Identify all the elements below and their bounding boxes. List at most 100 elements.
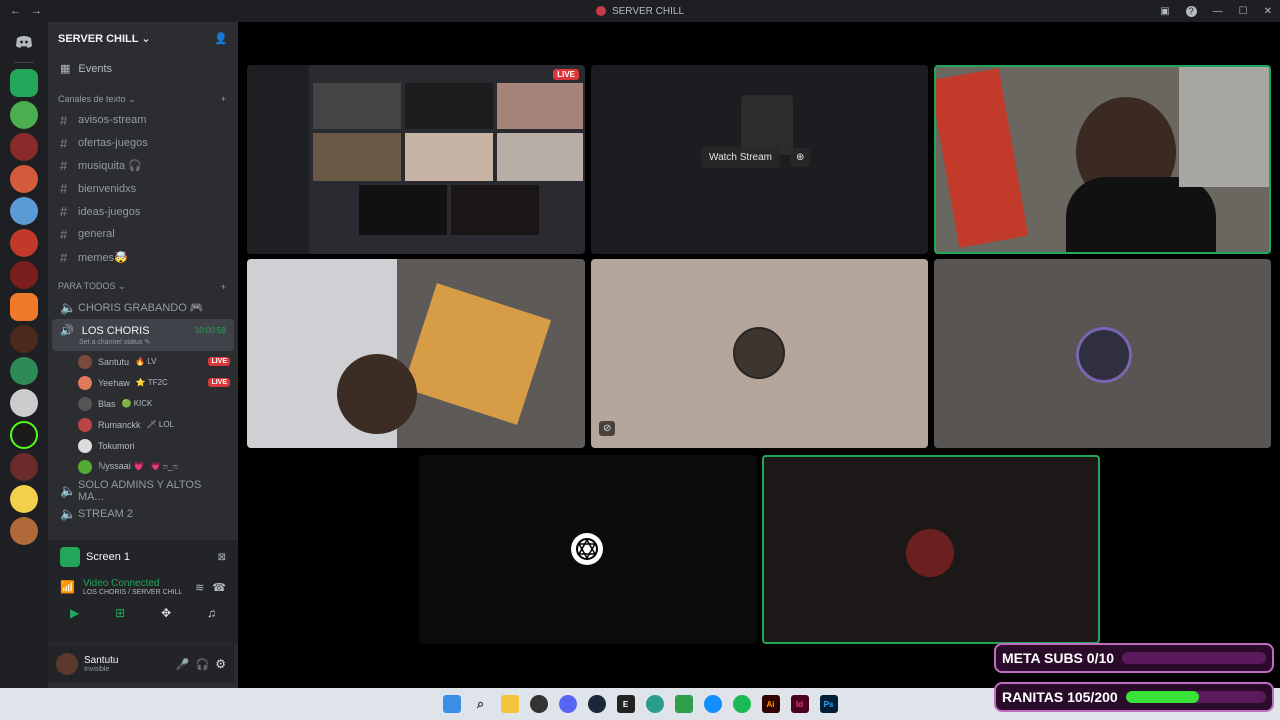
avatar[interactable] bbox=[56, 653, 78, 675]
server-icon-blue[interactable] bbox=[10, 197, 38, 225]
minimize-button[interactable]: — bbox=[1213, 6, 1223, 17]
text-channel[interactable]: # avisos-stream bbox=[48, 109, 238, 132]
server-icon-red[interactable] bbox=[10, 133, 38, 161]
screen-share-button[interactable]: ⊞ bbox=[115, 606, 125, 620]
add-channel-icon[interactable]: + bbox=[221, 282, 226, 292]
search-icon[interactable]: ⌕ bbox=[472, 695, 490, 713]
steam-icon[interactable] bbox=[587, 695, 606, 713]
video-tile-webcam-santutu[interactable] bbox=[934, 65, 1271, 254]
settings-gear-icon[interactable]: ⚙ bbox=[215, 657, 226, 671]
server-icon-dark-red[interactable] bbox=[10, 261, 38, 289]
file-explorer-icon[interactable] bbox=[500, 695, 519, 713]
chevron-down-icon: ⌄ bbox=[141, 32, 151, 45]
server-icon-orange[interactable] bbox=[10, 229, 38, 257]
voice-member[interactable]: Yeehaw ⭐ TF2C LIVE bbox=[48, 372, 238, 393]
voice-member[interactable]: Rumanckk 🗡 LOL bbox=[48, 414, 238, 435]
text-channel[interactable]: # general bbox=[48, 223, 238, 246]
pop-out-icon[interactable]: ⊕ bbox=[789, 148, 811, 167]
photoshop-icon[interactable]: Ps bbox=[819, 695, 838, 713]
maximize-button[interactable]: ☐ bbox=[1239, 6, 1248, 17]
server-icon-yellow[interactable] bbox=[10, 485, 38, 513]
forward-arrow-icon[interactable]: → bbox=[31, 5, 42, 17]
activities-button[interactable]: ✥ bbox=[161, 606, 171, 620]
video-tile-tokumori[interactable] bbox=[934, 259, 1271, 448]
video-tile-rumanckk[interactable]: ⊘ bbox=[591, 259, 928, 448]
events-item[interactable]: ▦ Events bbox=[48, 54, 238, 83]
text-channel[interactable]: # memes🤯 bbox=[48, 246, 238, 269]
obs-icon[interactable] bbox=[529, 695, 548, 713]
xbox-icon[interactable] bbox=[674, 695, 693, 713]
ranitas-goal-overlay: RANITAS 105/200 bbox=[994, 682, 1274, 712]
epic-games-icon[interactable]: E bbox=[616, 695, 635, 713]
server-header[interactable]: SERVER CHILL ⌄ 👤 bbox=[48, 22, 238, 54]
screen-share-icon bbox=[60, 547, 80, 567]
video-tile-nyssaai[interactable] bbox=[419, 455, 757, 644]
ranitas-progress-bar bbox=[1125, 691, 1266, 703]
stream-tile-yeehaw[interactable]: Watch Stream ⊕ bbox=[591, 65, 928, 254]
text-channel[interactable]: # bienvenidxs bbox=[48, 177, 238, 200]
server-icon-green[interactable] bbox=[10, 69, 38, 97]
watch-stream-button[interactable]: Watch Stream bbox=[701, 147, 780, 168]
voice-member[interactable]: Blas 🟢 KICK bbox=[48, 393, 238, 414]
speaker-icon: 🔈 bbox=[60, 299, 77, 315]
speaker-icon: 🔈 bbox=[60, 482, 77, 498]
back-arrow-icon[interactable]: ← bbox=[10, 5, 21, 17]
events-label: Events bbox=[78, 62, 113, 75]
server-icon-anime[interactable] bbox=[10, 165, 38, 193]
voice-channel-grabando[interactable]: 🔈 CHORIS GRABANDO 🎮 bbox=[48, 297, 238, 320]
text-channel[interactable]: # ideas-juegos bbox=[48, 200, 238, 223]
help-icon[interactable]: ? bbox=[1185, 5, 1197, 17]
voice-member[interactable]: Tokumori bbox=[48, 435, 238, 456]
disconnect-icon[interactable]: ☎ bbox=[212, 581, 226, 594]
channel-name: CHORIS GRABANDO 🎮 bbox=[78, 302, 204, 315]
battlenet-icon[interactable] bbox=[703, 695, 722, 713]
server-icon-orange-square[interactable] bbox=[10, 293, 38, 321]
connection-location[interactable]: LOS CHORIS / SERVER CHILL bbox=[83, 589, 182, 596]
discord-icon[interactable] bbox=[558, 695, 577, 713]
headphones-icon[interactable]: 🎧 bbox=[196, 658, 210, 671]
voice-member[interactable]: Santutu 🔥 LV LIVE bbox=[48, 351, 238, 372]
signal-icon[interactable]: 📶 bbox=[60, 580, 75, 594]
video-tile-speaking[interactable] bbox=[762, 455, 1100, 644]
server-icon-frog[interactable] bbox=[10, 101, 38, 129]
voice-channel-los-choris[interactable]: 🔊 LOS CHORIS 10:00:59 Set a channel stat… bbox=[52, 319, 234, 352]
hash-icon: # bbox=[60, 226, 68, 242]
soundboard-button[interactable]: ♫ bbox=[207, 606, 216, 620]
user-panel: Santutu Invisible 🎤 🎧 ⚙ bbox=[48, 645, 234, 683]
avatar bbox=[571, 533, 603, 565]
microphone-icon[interactable]: 🎤 bbox=[176, 658, 190, 671]
text-channel[interactable]: # ofertas-juegos bbox=[48, 132, 238, 155]
text-channel[interactable]: # musiquita 🎧 bbox=[48, 155, 238, 178]
member-tag: 🟢 KICK bbox=[121, 399, 153, 409]
camera-button[interactable]: ▶ bbox=[70, 606, 79, 620]
inbox-icon[interactable]: ▣ bbox=[1160, 6, 1169, 17]
noise-suppression-icon[interactable]: ≋ bbox=[195, 581, 204, 594]
subs-progress-bar bbox=[1122, 652, 1266, 664]
stop-stream-icon[interactable]: ⊠ bbox=[218, 552, 226, 563]
channel-status[interactable]: Set a channel status ✎ bbox=[60, 338, 150, 346]
category-text-channels[interactable]: Canales de texto ⌄ + bbox=[48, 89, 238, 109]
video-tile-webcam-blas[interactable] bbox=[247, 259, 585, 448]
indesign-icon[interactable]: Id bbox=[790, 695, 809, 713]
edge-icon[interactable] bbox=[645, 695, 664, 713]
server-icon-misc[interactable] bbox=[10, 517, 38, 545]
server-icon-colorful[interactable] bbox=[10, 357, 38, 385]
voice-channel-stream-2[interactable]: 🔈 STREAM 2 bbox=[48, 502, 238, 525]
server-icon-game[interactable] bbox=[10, 453, 38, 481]
stream-tile-santutu[interactable]: LIVE bbox=[247, 65, 585, 254]
voice-channel-solo-admins[interactable]: 🔈 SOLO ADMINS Y ALTOS MA... bbox=[48, 479, 238, 503]
add-channel-icon[interactable]: + bbox=[221, 94, 226, 104]
discord-home-icon[interactable] bbox=[10, 28, 38, 56]
server-icon-kick[interactable] bbox=[10, 421, 38, 449]
close-window-button[interactable]: ✕ bbox=[1264, 6, 1272, 17]
start-icon[interactable] bbox=[442, 695, 461, 713]
server-icon-bw[interactable] bbox=[10, 389, 38, 417]
avatar bbox=[78, 417, 92, 432]
add-user-icon[interactable]: 👤 bbox=[214, 32, 228, 45]
voice-member[interactable]: ℕyssaai 💗 💗 ෆ_ෆ bbox=[48, 456, 238, 477]
spotify-icon[interactable] bbox=[732, 695, 751, 713]
illustrator-icon[interactable]: Ai bbox=[761, 695, 780, 713]
server-icon-brown[interactable] bbox=[10, 325, 38, 353]
category-para-todos[interactable]: PARA TODOS ⌄ + bbox=[48, 277, 238, 297]
hash-icon: # bbox=[60, 204, 68, 220]
